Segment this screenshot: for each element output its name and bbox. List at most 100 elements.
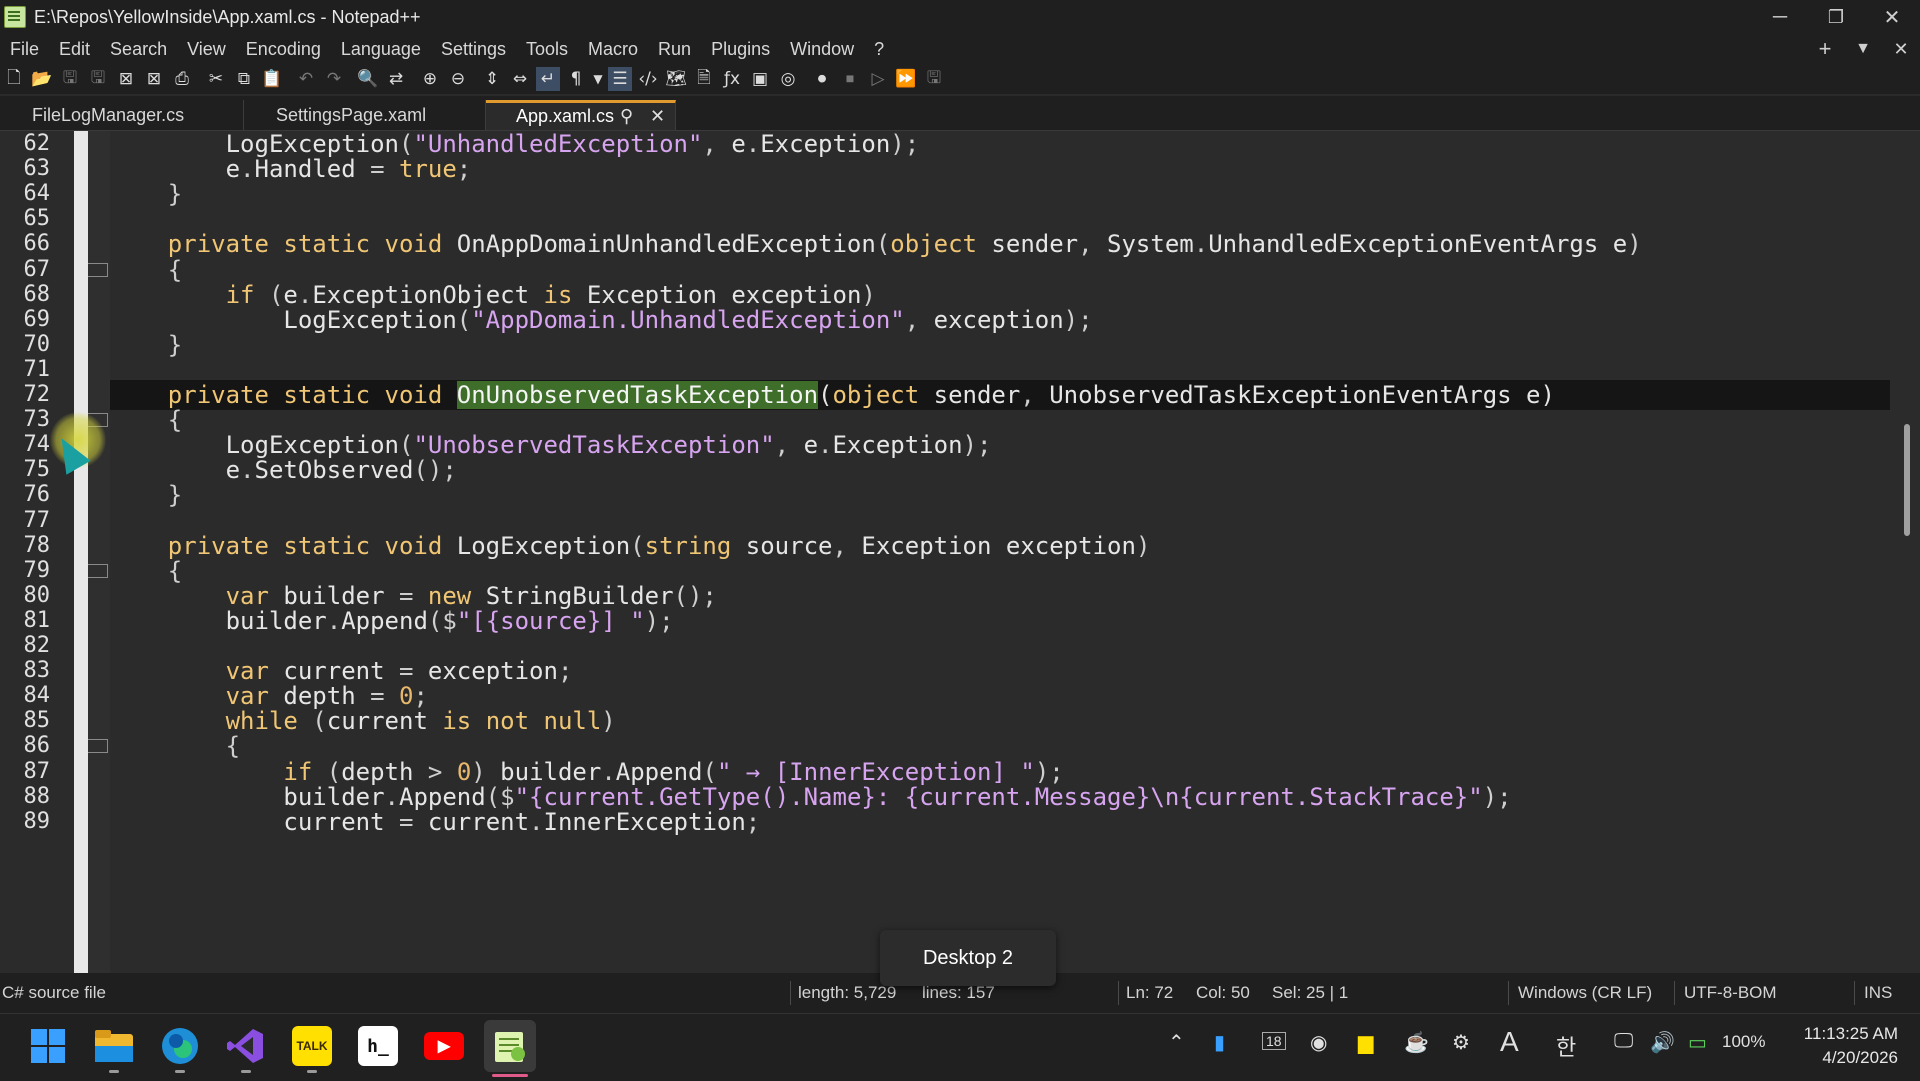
close-icon[interactable]: ⊠ xyxy=(114,67,138,91)
cut-icon[interactable]: ✂ xyxy=(204,67,228,91)
toolbar: 🗋 📂 🖫 🖫 ⊠ ⊠ ⎙ ✂ ⧉ 📋 ↶ ↷ 🔍 ⇄ ⊕ ⊖ ⇕ ⇔ ↵ ¶ … xyxy=(0,64,1920,94)
visual-studio-icon[interactable] xyxy=(226,1026,266,1066)
menu-file[interactable]: File xyxy=(0,34,49,64)
menu-view[interactable]: View xyxy=(177,34,236,64)
network-settings-icon[interactable]: ⚙ xyxy=(1452,1030,1470,1055)
clock[interactable]: 11:13:25 AM 4/20/2026 xyxy=(1804,1022,1898,1070)
tab-settingspage[interactable]: SettingsPage.xaml xyxy=(244,100,486,130)
vertical-scrollbar[interactable] xyxy=(1892,131,1920,973)
display-icon[interactable]: 🖵 xyxy=(1614,1030,1633,1053)
word-wrap-icon[interactable]: ↵ xyxy=(536,67,560,91)
menu-macro[interactable]: Macro xyxy=(578,34,648,64)
menu-tools[interactable]: Tools xyxy=(516,34,578,64)
function-list-icon[interactable]: ƒx xyxy=(720,67,744,91)
save-icon[interactable]: 🖫 xyxy=(58,67,82,91)
code-editor[interactable]: 62 63 64 65 66 67 68 69 70 71 72 73 74 75 76 77 78 79 80 81… xyxy=(0,131,1920,973)
menu-edit[interactable]: Edit xyxy=(49,34,100,64)
bookmark-margin[interactable] xyxy=(74,131,88,973)
document-list-icon[interactable]: ▣ xyxy=(748,67,772,91)
save-macro-icon[interactable]: 🖫 xyxy=(922,67,946,91)
scrollbar-thumb[interactable] xyxy=(1904,424,1910,536)
menu-run[interactable]: Run xyxy=(648,34,701,64)
cup-icon[interactable]: ☕ xyxy=(1404,1030,1429,1055)
kakaotalk-tray-icon[interactable]: ▆ xyxy=(1358,1030,1373,1055)
close-all-icon[interactable]: ⊠ xyxy=(142,67,166,91)
ime-mode-icon[interactable]: A xyxy=(1500,1026,1519,1058)
sync-vertical-icon[interactable]: ⇕ xyxy=(480,67,504,91)
code-token: current xyxy=(283,807,399,836)
status-sel: Sel: 25 | 1 xyxy=(1272,983,1349,1002)
undo-icon[interactable]: ↶ xyxy=(294,67,318,91)
tab-list-icon[interactable]: ▼ xyxy=(1844,40,1882,58)
indent-guide-dropdown-icon[interactable]: ▼ xyxy=(592,67,604,91)
menu-language[interactable]: Language xyxy=(331,34,431,64)
start-button[interactable] xyxy=(28,1026,68,1066)
code-token: ; xyxy=(745,807,761,836)
open-file-icon[interactable]: 📂 xyxy=(30,67,54,91)
new-file-icon[interactable]: 🗋 xyxy=(2,67,26,91)
menu-plugins[interactable]: Plugins xyxy=(701,34,780,64)
stop-macro-icon[interactable]: ⏹ xyxy=(838,67,862,91)
code-line[interactable]: current = current.InnerException; xyxy=(110,807,1890,837)
tab-app-xaml-cs[interactable]: App.xaml.cs ⚲ ✕ xyxy=(486,100,676,130)
menu-search[interactable]: Search xyxy=(100,34,177,64)
taskbar: TALK h_ ▶ ⌃ ▮ 18 ◉ ▆ ☕ ⚙ A 한 🖵 🔊 ▭ 100% … xyxy=(0,1013,1920,1081)
save-all-icon[interactable]: 🖫 xyxy=(86,67,110,91)
close-document-icon[interactable]: ✕ xyxy=(1882,39,1920,60)
tab-filelogmanager[interactable]: FileLogManager.cs xyxy=(0,100,244,130)
close-tab-icon[interactable]: ✕ xyxy=(650,103,665,130)
doc-map-icon[interactable]: 🗎 xyxy=(692,67,716,91)
calendar-badge-icon[interactable]: 18 xyxy=(1262,1032,1286,1050)
edge-icon[interactable] xyxy=(160,1026,200,1066)
fold-toggle-icon[interactable] xyxy=(88,262,108,277)
close-button[interactable]: ✕ xyxy=(1864,0,1920,34)
tray-app-icon[interactable]: ▮ xyxy=(1214,1030,1225,1055)
notepad-plus-plus-icon[interactable] xyxy=(484,1020,536,1072)
clock-date: 4/20/2026 xyxy=(1822,1048,1898,1067)
tab-label: FileLogManager.cs xyxy=(32,105,185,125)
play-macro-icon[interactable]: ▷ xyxy=(866,67,890,91)
replace-icon[interactable]: ⇄ xyxy=(384,67,408,91)
terminal-icon[interactable]: h_ xyxy=(358,1026,398,1066)
find-icon[interactable]: 🔍 xyxy=(356,67,380,91)
status-encoding[interactable]: UTF-8-BOM xyxy=(1684,973,1777,1013)
menu-help[interactable]: ? xyxy=(864,34,894,64)
kakaotalk-icon[interactable]: TALK xyxy=(292,1026,332,1066)
redo-icon[interactable]: ↷ xyxy=(322,67,346,91)
new-tab-icon[interactable]: + xyxy=(1806,36,1844,62)
tab-label: App.xaml.cs xyxy=(516,106,615,126)
zoom-out-icon[interactable]: ⊖ xyxy=(446,67,470,91)
menu-right-controls: + ▼ ✕ xyxy=(1806,34,1920,64)
copy-icon[interactable]: ⧉ xyxy=(232,67,256,91)
play-multiple-icon[interactable]: ⏩ xyxy=(894,67,918,91)
indent-guide-icon[interactable]: ☰ xyxy=(608,67,632,91)
minimize-button[interactable]: ─ xyxy=(1752,0,1808,34)
paste-icon[interactable]: 📋 xyxy=(260,67,284,91)
fold-toggle-icon[interactable] xyxy=(88,563,108,578)
restore-button[interactable]: ❐ xyxy=(1808,0,1864,34)
hangul-ime-icon[interactable]: 한 xyxy=(1556,1030,1576,1062)
menu-settings[interactable]: Settings xyxy=(431,34,516,64)
folder-as-workspace-icon[interactable]: 🗺 xyxy=(664,67,688,91)
print-icon[interactable]: ⎙ xyxy=(170,67,194,91)
pin-icon[interactable]: ⚲ xyxy=(620,103,633,130)
status-eol[interactable]: Windows (CR LF) xyxy=(1518,973,1652,1013)
zoom-in-icon[interactable]: ⊕ xyxy=(418,67,442,91)
discord-icon[interactable]: ◉ xyxy=(1310,1030,1327,1055)
show-hidden-icons-icon[interactable]: ⌃ xyxy=(1168,1030,1185,1055)
menu-window[interactable]: Window xyxy=(780,34,864,64)
menu-encoding[interactable]: Encoding xyxy=(236,34,331,64)
sync-horizontal-icon[interactable]: ⇔ xyxy=(508,67,532,91)
youtube-icon[interactable]: ▶ xyxy=(424,1032,464,1060)
fold-toggle-icon[interactable] xyxy=(88,739,108,754)
code-area[interactable]: LogException("UnhandledException", e.Exc… xyxy=(110,131,1890,973)
monitor-icon[interactable]: ◎ xyxy=(776,67,800,91)
language-icon[interactable]: ‹/› xyxy=(636,67,660,91)
status-filetype: C# source file xyxy=(2,983,106,1002)
volume-icon[interactable]: 🔊 xyxy=(1650,1030,1675,1055)
status-insert-mode[interactable]: INS xyxy=(1864,973,1892,1013)
record-macro-icon[interactable]: ⏺ xyxy=(810,67,834,91)
file-explorer-icon[interactable] xyxy=(94,1026,134,1066)
show-all-chars-icon[interactable]: ¶ xyxy=(564,67,588,91)
battery-icon[interactable]: ▭ xyxy=(1688,1030,1707,1055)
